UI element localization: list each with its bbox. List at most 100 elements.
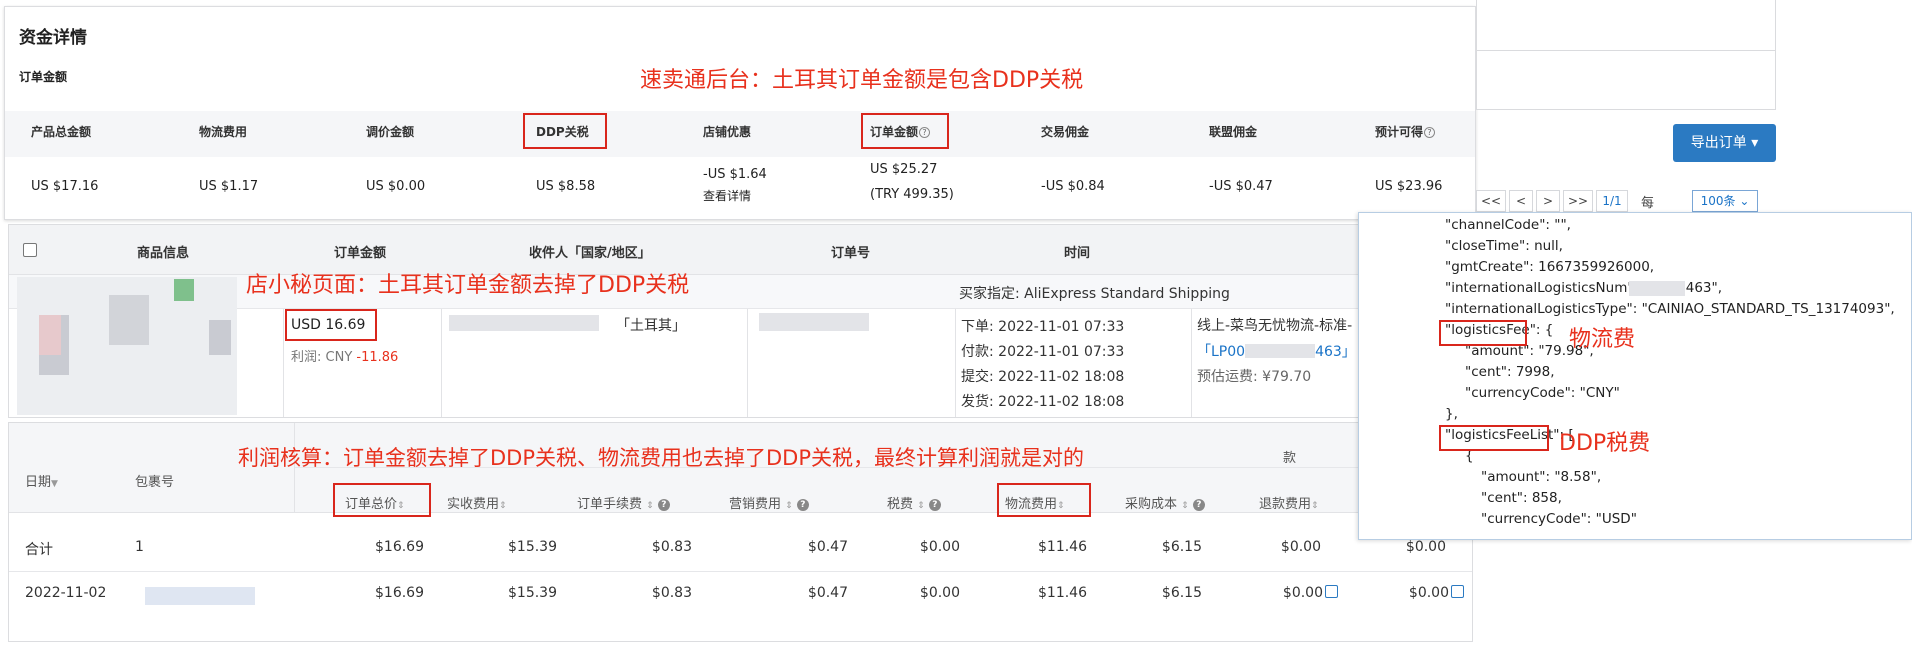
value-expected-income: US $23.96	[1375, 179, 1443, 194]
prev-page-button[interactable]: <	[1509, 190, 1533, 212]
header-order-number: 订单号	[831, 246, 871, 261]
help-icon[interactable]: ?	[928, 499, 941, 511]
header-expected-income-label: 预计可得	[1375, 125, 1424, 139]
fund-details-panel: 资金详情 订单金额 产品总金额 物流费用 调价金额 DDP关税 店铺优惠 订单金…	[4, 6, 1476, 220]
col-group-refund: 款	[1283, 451, 1297, 466]
json-line: "amount": "8.58",	[1481, 469, 1602, 485]
header-product-info: 商品信息	[137, 246, 190, 261]
divider	[283, 309, 284, 417]
row-received: $15.39	[508, 585, 557, 601]
col-tax[interactable]: 税费 ⇕ ?	[887, 493, 941, 512]
annotation-profit: 利润核算：订单金额去掉了DDP关税、物流费用也去掉了DDP关税，最终计算利润就是…	[238, 446, 1085, 470]
recipient-name-blurred	[449, 315, 599, 331]
divider	[1191, 309, 1192, 417]
view-details-link[interactable]: 查看详情	[703, 187, 751, 204]
divider	[441, 309, 442, 417]
header-time: 时间	[1064, 246, 1091, 261]
row-refund-value: $0.00	[1282, 585, 1323, 601]
highlight-ddp-header	[523, 113, 607, 149]
package-number-blurred	[145, 587, 255, 605]
time-submitted: 提交: 2022-11-02 18:08	[961, 369, 1125, 385]
order-timeline: 下单: 2022-11-01 07:33 付款: 2022-11-01 07:3…	[961, 315, 1124, 415]
value-store-discount: -US $1.64	[703, 167, 767, 182]
header-logistics-fee: 物流费用	[199, 125, 248, 139]
annotation-aliexpress: 速卖通后台：土耳其订单金额是包含DDP关税	[640, 68, 1084, 93]
blur-block	[39, 315, 61, 355]
col-date[interactable]: 日期▼	[25, 471, 58, 490]
json-line: "cent": 858,	[1481, 490, 1562, 506]
sort-icon: ⇕	[1181, 501, 1189, 511]
value-order-amount: US $25.27	[870, 162, 938, 177]
sort-down-icon: ▼	[51, 479, 58, 489]
json-line: "closeTime": null,	[1445, 238, 1563, 254]
row-extra-value: $0.00	[1408, 585, 1449, 601]
header-trade-commission: 交易佣金	[1041, 125, 1090, 139]
edit-icon[interactable]	[1451, 585, 1464, 598]
col-received[interactable]: 实收费用⇕	[447, 493, 507, 512]
json-line: },	[1445, 406, 1458, 422]
col-refund-fee[interactable]: 退款费用⇕	[1259, 493, 1319, 512]
value-logistics-fee: US $1.17	[199, 179, 259, 194]
highlight-logistics-fee-key	[1439, 320, 1527, 346]
row-total-extra: $0.00	[1405, 539, 1446, 555]
row-order-total: $16.69	[375, 585, 424, 601]
time-ordered: 下单: 2022-11-01 07:33	[961, 319, 1125, 335]
select-all-checkbox[interactable]	[23, 243, 37, 257]
col-package: 包裹号	[135, 475, 175, 490]
blur-block	[109, 295, 149, 345]
header-expected-income: 预计可得?	[1375, 123, 1436, 140]
divider	[1477, 50, 1775, 51]
row-total-tax: $0.00	[919, 539, 960, 555]
header-price-adjust: 调价金额	[366, 125, 415, 139]
row-tax: $0.00	[919, 585, 960, 601]
recipient-country: 「土耳其」	[616, 318, 686, 334]
annotation-logistics-fee: 物流费	[1569, 327, 1636, 352]
header-product-total: 产品总金额	[31, 125, 92, 139]
profit-label: 利润: CNY	[291, 350, 357, 365]
row-extra: $0.00	[1409, 585, 1464, 601]
row-logistics: $11.46	[1038, 585, 1087, 601]
help-icon[interactable]: ?	[1192, 499, 1205, 511]
value-product-total: US $17.16	[31, 179, 99, 194]
profit-line: 利润: CNY -11.86	[291, 346, 398, 365]
first-page-button[interactable]: <<	[1476, 190, 1506, 212]
next-page-button[interactable]: >	[1536, 190, 1560, 212]
per-page-select[interactable]: 100条 ⌄	[1692, 190, 1758, 212]
row-refund: $0.00	[1283, 585, 1338, 601]
tracking-suffix: 463」	[1315, 344, 1356, 360]
value-price-adjust: US $0.00	[366, 179, 426, 194]
col-order-fee[interactable]: 订单手续费 ⇕ ?	[577, 493, 670, 512]
sort-icon: ⇕	[646, 501, 654, 511]
export-orders-button[interactable]: 导出订单 ▾	[1673, 124, 1776, 162]
help-icon[interactable]: ?	[1424, 127, 1436, 138]
col-purchase-cost-label: 采购成本	[1125, 497, 1178, 512]
blur-block	[174, 279, 194, 301]
header-recipient: 收件人「国家/地区」	[529, 246, 651, 261]
json-line: "gmtCreate": 1667359926000,	[1445, 259, 1655, 275]
annotation-ddp-fee: DDP税费	[1559, 431, 1651, 456]
profit-value: -11.86	[356, 350, 399, 365]
row-total-received: $15.39	[508, 539, 557, 555]
value-ddp-tariff: US $8.58	[536, 179, 596, 194]
highlight-order-amount-header	[861, 113, 949, 149]
col-purchase-cost[interactable]: 采购成本 ⇕ ?	[1125, 493, 1205, 512]
filter-area	[1476, 0, 1776, 110]
json-line: "currencyCode": "CNY"	[1465, 385, 1620, 401]
last-page-button[interactable]: >>	[1563, 190, 1593, 212]
sort-icon: ⇕	[785, 501, 793, 511]
header-order-amount: 订单金额	[334, 246, 387, 261]
tracking-number-link[interactable]: 「LP00 463」	[1197, 341, 1356, 361]
help-icon[interactable]: ?	[796, 499, 809, 511]
row-total-purchase: $6.15	[1161, 539, 1202, 555]
highlight-logistics-fee-list-key	[1439, 425, 1549, 451]
row-total-marketing: $0.47	[807, 539, 848, 555]
row-total-order-total: $16.69	[375, 539, 424, 555]
per-page-value: 100条	[1700, 194, 1736, 208]
col-received-label: 实收费用	[447, 497, 500, 512]
help-icon[interactable]: ?	[657, 499, 670, 511]
row-date: 2022-11-02	[25, 585, 107, 601]
col-date-label: 日期	[25, 475, 52, 490]
edit-icon[interactable]	[1325, 585, 1338, 598]
json-line: "cent": 7998,	[1465, 364, 1555, 380]
col-marketing[interactable]: 营销费用 ⇕ ?	[729, 493, 809, 512]
